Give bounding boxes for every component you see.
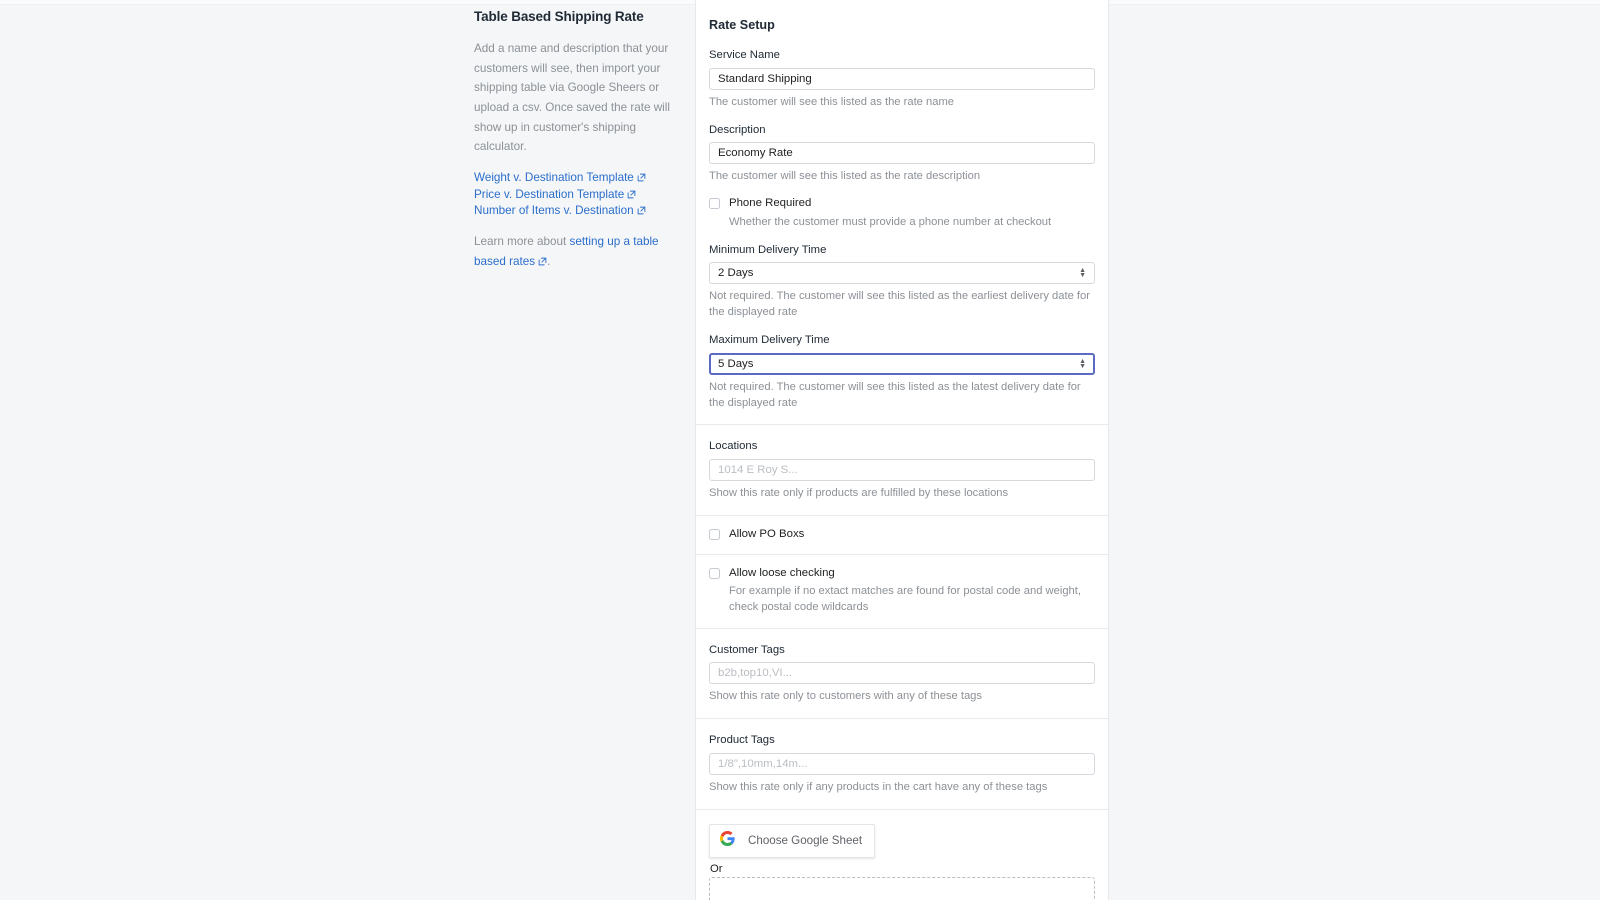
external-link-icon (637, 173, 646, 182)
link-price-v-destination-template[interactable]: Price v. Destination Template (474, 188, 674, 202)
stepper-arrows-icon: ▲ ▼ (1079, 357, 1086, 370)
customer-tags-help: Show this rate only to customers with an… (709, 690, 982, 703)
minimum-delivery-time-help: Not required. The customer will see this… (709, 290, 1090, 319)
field-service-name: Service Name The customer will see this … (709, 48, 1095, 111)
learn-more-prefix: Learn more about (474, 235, 570, 249)
field-locations: Locations Show this rate only if product… (709, 439, 1095, 502)
service-name-input[interactable] (709, 67, 1095, 90)
external-link-icon (627, 190, 636, 198)
template-links-list: Weight v. Destination Template Price v. … (474, 171, 674, 218)
service-name-help: The customer will see this listed as the… (709, 95, 954, 108)
customer-tags-label: Customer Tags (709, 643, 785, 656)
description-input[interactable] (709, 142, 1095, 165)
service-name-label: Service Name (709, 49, 780, 61)
google-g-icon (720, 830, 735, 851)
description-help: The customer will see this listed as the… (709, 170, 981, 183)
minimum-delivery-time-label: Minimum Delivery Time (709, 243, 827, 256)
allow-loose-checking-checkbox[interactable] (709, 567, 720, 579)
page-root: Table Based Shipping Rate Add a name and… (0, 0, 1600, 900)
product-tags-input[interactable] (709, 753, 1095, 776)
maximum-delivery-time-select[interactable]: 5 Days ▲ ▼ (709, 352, 1095, 375)
minimum-delivery-time-value: 2 Days (718, 267, 754, 280)
field-product-tags: Product Tags Show this rate only if any … (709, 733, 1095, 796)
allow-po-boxes-label: Allow PO Boxs (729, 528, 805, 541)
maximum-delivery-time-help: Not required. The customer will see this… (709, 380, 1081, 409)
choose-google-sheet-button[interactable]: Choose Google Sheet (709, 823, 876, 858)
locations-help: Show this rate only if products are fulf… (709, 487, 1009, 500)
phone-required-help: Whether the customer must provide a phon… (729, 215, 1052, 228)
field-description: Description The customer will see this l… (709, 123, 1095, 186)
phone-required-label: Phone Required (729, 197, 812, 210)
file-upload-dropzone[interactable] (709, 876, 1095, 900)
section-locations: Locations Show this rate only if product… (696, 425, 1108, 517)
allow-loose-checking-row: Allow loose checking (709, 567, 1095, 580)
maximum-delivery-time-value: 5 Days (718, 357, 754, 370)
description-label: Description (709, 123, 766, 136)
minimum-delivery-time-select[interactable]: 2 Days ▲ ▼ (709, 262, 1095, 285)
allow-loose-checking-label: Allow loose checking (729, 566, 835, 579)
sidebar-body-text: Add a name and description that your cus… (474, 41, 670, 154)
card-title: Rate Setup (709, 18, 775, 32)
stepper-arrows-icon: ▲ ▼ (1079, 267, 1086, 280)
field-phone-required: Phone Required Whether the customer must… (709, 197, 1095, 230)
page-title: Table Based Shipping Rate (474, 9, 644, 24)
or-label: Or (710, 862, 723, 875)
field-maximum-delivery-time: Maximum Delivery Time 5 Days ▲ ▼ Not requ… (709, 333, 1095, 411)
maximum-delivery-time-label: Maximum Delivery Time (709, 334, 830, 346)
link-number-of-items-v-destination[interactable]: Number of Items v. Destination (474, 204, 674, 218)
locations-label: Locations (709, 440, 758, 453)
external-link-icon (538, 257, 547, 266)
sidebar-description-column: Table Based Shipping Rate Add a name and… (474, 8, 674, 283)
section-allow-po-boxes: Allow PO Boxs (696, 516, 1108, 555)
external-link-icon (637, 207, 645, 215)
rate-setup-card: Rate Setup Service Name The customer wil… (695, 0, 1109, 900)
section-product-tags: Product Tags Show this rate only if any … (696, 719, 1108, 810)
section-customer-tags: Customer Tags Show this rate only to cus… (696, 629, 1108, 720)
locations-input[interactable] (709, 459, 1095, 482)
product-tags-label: Product Tags (709, 734, 775, 747)
field-customer-tags: Customer Tags Show this rate only to cus… (709, 643, 1095, 706)
choose-google-sheet-label: Choose Google Sheet (748, 834, 863, 848)
allow-loose-checking-help: For example if no extact matches are fou… (729, 584, 1081, 613)
phone-required-checkbox[interactable] (709, 198, 720, 210)
allow-po-boxes-row: Allow PO Boxs (709, 528, 1095, 541)
phone-required-row: Phone Required (709, 197, 1095, 210)
learn-more-suffix: . (547, 254, 551, 268)
section-rate-setup: Rate Setup Service Name The customer wil… (696, 0, 1108, 426)
customer-tags-input[interactable] (709, 662, 1095, 685)
allow-po-boxes-checkbox[interactable] (709, 529, 720, 541)
section-allow-loose-checking: Allow loose checking For example if no e… (696, 555, 1108, 629)
product-tags-help: Show this rate only if any products in t… (709, 781, 1048, 794)
learn-more-text: Learn more about setting up a table base… (474, 232, 674, 271)
section-import: Choose Google Sheet Or (696, 810, 1108, 900)
field-minimum-delivery-time: Minimum Delivery Time 2 Days ▲ ▼ Not requ… (709, 243, 1095, 321)
link-weight-v-destination-template[interactable]: Weight v. Destination Template (474, 171, 674, 185)
